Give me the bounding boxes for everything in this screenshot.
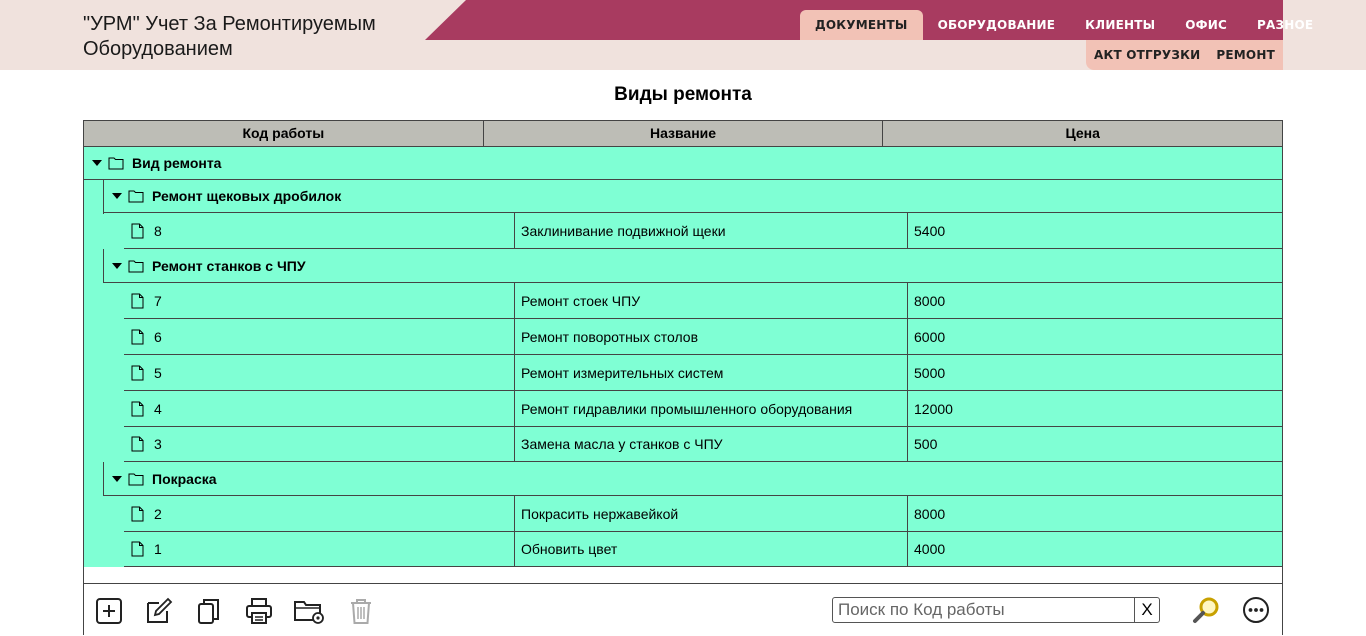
cell-name: Покрасить нержавейкой [515,496,908,531]
cell-name: Ремонт поворотных столов [515,319,908,354]
cell-price: 5400 [914,222,946,239]
grid-toolbar: X [84,583,1282,636]
tree-group-row[interactable]: Ремонт щековых дробилок [104,180,1282,213]
document-icon [131,365,144,380]
repair-types-grid: Код работы Название Цена Вид ремонта Рем… [83,120,1283,636]
table-row[interactable]: 5 Ремонт измерительных систем 5000 [124,355,1282,391]
tree-group-label: Ремонт станков с ЧПУ [152,257,306,274]
app-title-line1: "УРМ" Учет За Ремонтируемым [83,13,376,35]
app-title: "УРМ" Учет За Ремонтируемым Оборудование… [83,12,376,62]
nav-item-documents[interactable]: ДОКУМЕНТЫ [800,10,923,40]
edit-icon[interactable] [145,597,173,625]
folder-icon [128,473,144,485]
tree-root-label: Вид ремонта [132,155,222,171]
table-row[interactable]: 7 Ремонт стоек ЧПУ 8000 [124,283,1282,319]
nav-item-misc[interactable]: РАЗНОЕ [1242,10,1328,40]
grid-header: Код работы Название Цена [84,121,1282,147]
collapse-caret-icon[interactable] [112,262,122,269]
grid-body: Вид ремонта Ремонт щековых дробилок 8 За… [84,147,1282,567]
cell-code: 2 [124,496,515,531]
column-header-price[interactable]: Цена [883,121,1282,146]
add-icon[interactable] [95,597,123,625]
cell-price: 6000 [914,328,946,345]
cell-code: 5 [124,355,515,390]
nav-item-office[interactable]: ОФИС [1170,10,1242,40]
tree-group-row[interactable]: Ремонт станков с ЧПУ [104,249,1282,283]
cell-name: Ремонт стоек ЧПУ [515,283,908,318]
table-row[interactable]: 8 Заклинивание подвижной щеки 5400 [124,213,1282,249]
clear-search-button[interactable]: X [1134,598,1159,622]
nav-item-clients[interactable]: КЛИЕНТЫ [1070,10,1170,40]
table-row[interactable]: 1 Обновить цвет 4000 [124,532,1282,567]
delete-icon[interactable] [347,597,375,625]
column-header-name[interactable]: Название [484,121,884,146]
cell-code: 6 [124,319,515,354]
table-row[interactable]: 3 Замена масла у станков с ЧПУ 500 [124,427,1282,462]
cell-name: Обновить цвет [515,532,908,566]
collapse-caret-icon[interactable] [92,160,102,166]
cell-code: 4 [124,391,515,426]
tree-group-label: Ремонт щековых дробилок [152,188,342,204]
cell-code: 3 [124,427,515,461]
main-nav: ДОКУМЕНТЫ ОБОРУДОВАНИЕ КЛИЕНТЫ ОФИС РАЗН… [800,10,1328,40]
cell-price: 12000 [914,400,953,417]
tree-root-row[interactable]: Вид ремонта [84,147,1282,180]
document-icon [131,329,144,344]
folder-icon [108,157,124,170]
app-title-line2: Оборудованием [83,38,233,60]
document-icon [131,436,144,452]
sub-nav-repair[interactable]: РЕМОНТ [1216,48,1275,62]
cell-name: Ремонт измерительных систем [515,355,908,390]
cell-price: 5000 [914,364,946,381]
cell-name: Ремонт гидравлики промышленного оборудов… [515,391,908,426]
search-box: X [832,597,1160,623]
folder-icon [128,190,144,203]
cell-price: 8000 [914,292,946,309]
document-icon [131,223,144,238]
nav-item-equipment[interactable]: ОБОРУДОВАНИЕ [923,10,1071,40]
copy-icon[interactable] [195,597,223,625]
collapse-caret-icon[interactable] [112,475,122,482]
tree-indent-groups [84,180,124,567]
print-icon[interactable] [245,597,273,625]
page-title: Виды ремонта [614,84,752,105]
document-icon [131,541,144,557]
document-icon [131,506,144,521]
column-header-code[interactable]: Код работы [84,121,484,146]
document-icon [131,401,144,416]
collapse-caret-icon[interactable] [112,193,122,199]
app-header: "УРМ" Учет За Ремонтируемым Оборудование… [0,0,1366,70]
table-row[interactable]: 2 Покрасить нержавейкой 8000 [124,496,1282,532]
cell-code: 1 [124,532,515,566]
magnifier-icon[interactable] [1192,596,1220,624]
cell-code: 7 [124,283,515,318]
folder-settings-icon[interactable] [293,597,325,625]
cell-name: Заклинивание подвижной щеки [515,213,908,248]
table-row[interactable]: 6 Ремонт поворотных столов 6000 [124,319,1282,355]
search-input[interactable] [833,599,1134,621]
cell-code: 8 [124,213,515,248]
cell-price: 8000 [914,505,946,522]
sub-nav: АКТ ОТГРУЗКИ РЕМОНТ [1086,40,1283,70]
cell-price: 4000 [914,541,946,557]
sub-nav-shipment-act[interactable]: АКТ ОТГРУЗКИ [1094,48,1200,62]
folder-icon [128,260,144,272]
tree-group-row[interactable]: Покраска [104,462,1282,496]
document-icon [131,293,144,308]
table-row[interactable]: 4 Ремонт гидравлики промышленного оборуд… [124,391,1282,427]
cell-name: Замена масла у станков с ЧПУ [515,427,908,461]
tree-group-label: Покраска [152,470,217,487]
cell-price: 500 [914,436,938,452]
more-icon[interactable] [1242,596,1270,624]
